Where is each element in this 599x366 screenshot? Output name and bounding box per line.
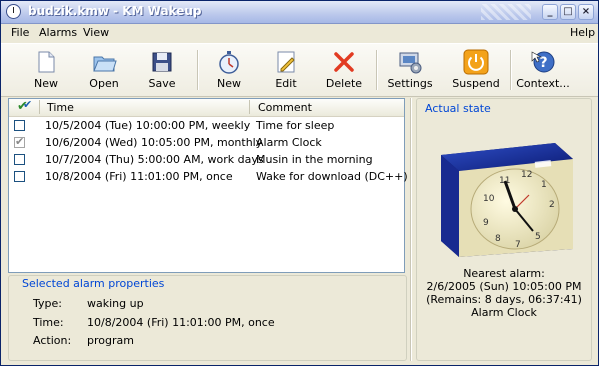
open-label: Open: [89, 77, 119, 90]
check-overlay-icon: ✔: [23, 98, 33, 111]
menu-help[interactable]: Help: [570, 26, 595, 39]
alarm-time: 10/6/2004 (Wed) 10:05:00 PM, monthly: [45, 136, 263, 149]
properties-title: Selected alarm properties: [21, 277, 166, 290]
alarm-enabled-checkbox[interactable]: [14, 171, 25, 182]
delete-button[interactable]: Delete: [313, 47, 375, 93]
nearest-alarm-label: Nearest alarm:: [463, 267, 545, 280]
action-value: program: [87, 334, 134, 347]
menu-view[interactable]: View: [83, 26, 109, 39]
new-alarm-label: New: [217, 77, 241, 90]
maximize-button[interactable]: □: [560, 4, 576, 20]
panel-splitter[interactable]: [410, 98, 412, 361]
edit-label: Edit: [275, 77, 297, 90]
settings-button[interactable]: Settings: [379, 47, 441, 93]
toolbar: New Open Save New Edit Delete Settings S…: [1, 43, 598, 97]
window-title: budzik.kmw - KM Wakeup: [28, 4, 202, 18]
svg-text:9: 9: [483, 218, 489, 228]
suspend-label: Suspend: [452, 77, 500, 90]
nearest-alarm-comment: Alarm Clock: [471, 306, 537, 319]
app-window: budzik.kmw - KM Wakeup _ □ × File Alarms…: [0, 0, 599, 366]
delete-x-icon: [331, 49, 357, 75]
time-label: Time:: [33, 316, 64, 329]
menu-file[interactable]: File: [11, 26, 29, 39]
alarm-row[interactable]: 10/6/2004 (Wed) 10:05:00 PM, monthly Ala…: [9, 135, 404, 151]
svg-text:7: 7: [515, 240, 521, 250]
save-label: Save: [148, 77, 176, 90]
delete-label: Delete: [325, 77, 363, 90]
clock-app-icon[interactable]: [6, 4, 21, 19]
alarm-comment: Alarm Clock: [256, 136, 322, 149]
alarm-comment: Musin in the morning: [256, 153, 373, 166]
alarm-row[interactable]: 10/7/2004 (Thu) 5:00:00 AM, work days Mu…: [9, 152, 404, 168]
new-file-label: New: [34, 77, 58, 90]
svg-text:12: 12: [521, 170, 532, 180]
alarm-enabled-checkbox[interactable]: [14, 120, 25, 131]
svg-text:5: 5: [535, 232, 541, 242]
action-label: Action:: [33, 334, 72, 347]
alarm-time: 10/8/2004 (Fri) 11:01:00 PM, once: [45, 170, 233, 183]
title-bar[interactable]: budzik.kmw - KM Wakeup _ □ ×: [1, 1, 598, 24]
alarm-time: 10/5/2004 (Tue) 10:00:00 PM, weekly: [45, 119, 251, 132]
column-header-comment[interactable]: Comment: [258, 101, 312, 114]
alarm-enabled-checkbox[interactable]: [14, 154, 25, 165]
alarm-list[interactable]: ✔ ✔ Time Comment 10/5/2004 (Tue) 10:00:0…: [8, 98, 408, 273]
new-file-button[interactable]: New: [15, 47, 77, 93]
context-help-button[interactable]: ? Context...: [512, 47, 574, 93]
svg-text:8: 8: [495, 234, 501, 244]
help-icon: ?: [530, 49, 556, 75]
alarm-row[interactable]: 10/5/2004 (Tue) 10:00:00 PM, weekly Time…: [9, 118, 404, 134]
actual-state-title: Actual state: [425, 102, 491, 115]
alarm-time: 10/7/2004 (Thu) 5:00:00 AM, work days: [45, 153, 264, 166]
new-document-icon: [33, 49, 59, 75]
alarm-row[interactable]: 10/8/2004 (Fri) 11:01:00 PM, once Wake f…: [9, 169, 408, 185]
svg-text:?: ?: [540, 55, 548, 71]
open-folder-icon: [91, 49, 117, 75]
power-icon: [463, 49, 489, 75]
alarm-clock-image: 11 12 1 2 10 9 8 7 5: [437, 137, 577, 261]
type-value: waking up: [87, 297, 144, 310]
column-header-time[interactable]: Time: [47, 101, 74, 114]
remaining-time: (Remains: 8 days, 06:37:41): [426, 293, 582, 306]
alarm-comment: Wake for download (DC++): [256, 170, 408, 183]
context-help-label: Context...: [516, 77, 570, 90]
menu-alarms[interactable]: Alarms: [39, 26, 77, 39]
minimize-button[interactable]: _: [542, 4, 558, 20]
svg-text:2: 2: [549, 200, 555, 210]
svg-text:10: 10: [483, 194, 495, 204]
toolbar-separator: [376, 50, 378, 90]
svg-text:1: 1: [541, 180, 547, 190]
stopwatch-icon: [216, 49, 242, 75]
floppy-disk-icon: [149, 49, 175, 75]
alarm-comment: Time for sleep: [256, 119, 335, 132]
edit-icon: [273, 49, 299, 75]
close-button[interactable]: ×: [578, 4, 594, 20]
type-label: Type:: [33, 297, 62, 310]
actual-state-group: Actual state 11 12 1 2 10 9 8 7 5 Neares…: [416, 98, 592, 361]
open-button[interactable]: Open: [73, 47, 135, 93]
alarm-enabled-checkbox[interactable]: [14, 135, 25, 148]
new-alarm-button[interactable]: New: [198, 47, 260, 93]
settings-icon: [397, 49, 423, 75]
save-button[interactable]: Save: [131, 47, 193, 93]
suspend-button[interactable]: Suspend: [445, 47, 507, 93]
time-value: 10/8/2004 (Fri) 11:01:00 PM, once: [87, 316, 275, 329]
title-decoration: [481, 4, 531, 20]
settings-label: Settings: [387, 77, 433, 90]
list-header: ✔ ✔ Time Comment: [9, 98, 404, 117]
menu-bar: File Alarms View Help: [1, 24, 598, 42]
nearest-alarm-time: 2/6/2005 (Sun) 10:05:00 PM: [426, 280, 582, 293]
alarm-properties-group: Selected alarm properties Type: waking u…: [8, 275, 407, 361]
column-separator[interactable]: [39, 100, 40, 114]
edit-button[interactable]: Edit: [255, 47, 317, 93]
column-separator[interactable]: [249, 100, 250, 114]
